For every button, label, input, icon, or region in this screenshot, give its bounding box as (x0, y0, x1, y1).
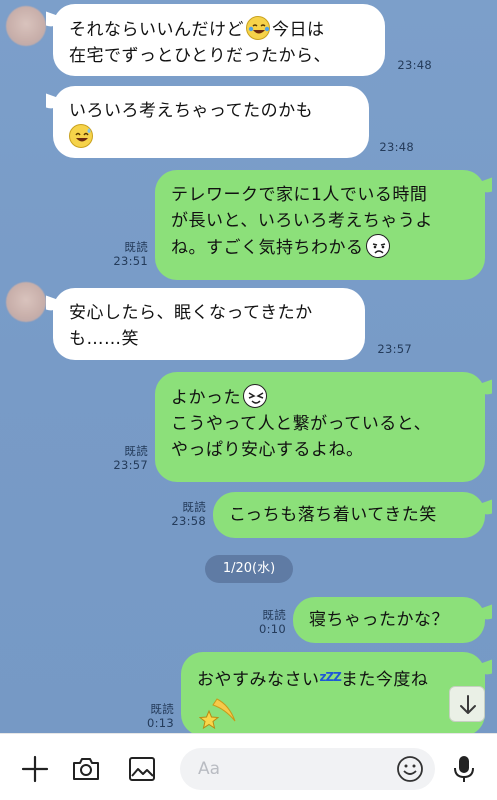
message-bubble-sent[interactable]: 寝ちゃったかな？ (293, 597, 485, 643)
message-bubble-received[interactable]: いろいろ考えちゃってたのかも (53, 86, 369, 158)
message-meta: 既読 23:51 (108, 240, 148, 268)
add-button[interactable] (20, 754, 50, 784)
message-text: また今度ね (340, 670, 429, 690)
camera-icon (73, 758, 99, 780)
camera-button[interactable] (71, 754, 101, 784)
read-receipt: 既読 (150, 702, 174, 716)
voice-message-button[interactable] (449, 754, 479, 784)
message-bubble-sent[interactable]: おやすみなさいzZZまた今度ね (181, 652, 485, 733)
read-receipt: 既読 (124, 444, 148, 458)
squinting-face-sticker-icon (243, 384, 267, 408)
arrow-down-icon (460, 695, 476, 714)
image-icon (129, 757, 155, 781)
message-bubble-received[interactable]: それならいいんだけど 今日は 在宅でずっとひとりだったから、 (53, 4, 385, 76)
message-meta: 既読 23:58 (166, 500, 206, 528)
message-text: も……笑 (69, 329, 139, 349)
shooting-star-icon (197, 693, 469, 730)
message-bubble-sent[interactable]: よかった こうやって人と繋がっていると、 やっぱり安心するよね。 (155, 372, 485, 482)
message-text: こうやって人と繋がっていると、 (171, 414, 432, 434)
message-time: 23:57 (377, 342, 412, 356)
avatar[interactable] (6, 6, 46, 46)
message-text: ね。すごく気持ちわかる (171, 238, 364, 258)
read-receipt: 既読 (124, 240, 148, 254)
avatar[interactable] (6, 282, 46, 322)
message-text: いろいろ考えちゃってたのかも (69, 101, 314, 121)
scroll-to-bottom-button[interactable] (449, 686, 485, 722)
face-with-tears-of-joy-icon (246, 16, 270, 40)
message-time: 23:58 (171, 514, 206, 528)
message-time: 0:13 (146, 716, 174, 730)
message-input[interactable] (198, 757, 398, 781)
message-time: 0:10 (258, 622, 286, 636)
message-time: 23:48 (397, 58, 432, 72)
date-separator: 1/20(水) (205, 555, 293, 583)
smiley-icon (397, 756, 423, 782)
message-meta: 既読 23:57 (108, 444, 148, 472)
message-bubble-sent[interactable]: テレワークで家に1人でいる時間 が長いと、いろいろ考えちゃうよ ね。すごく気持ち… (155, 170, 485, 280)
message-text: テレワークで家に1人でいる時間 (171, 185, 428, 205)
message-time: 23:48 (379, 140, 414, 154)
message-text: よかった (171, 388, 241, 408)
read-receipt: 既読 (182, 500, 206, 514)
message-text: 寝ちゃったかな？ (309, 610, 449, 630)
sleeping-zzz-text: zZZ (319, 670, 342, 684)
image-button[interactable] (127, 754, 157, 784)
message-text: 安心したら、眠くなってきたか (69, 303, 313, 323)
message-text: こっちも落ち着いてきた笑 (229, 505, 437, 525)
message-bubble-sent[interactable]: こっちも落ち着いてきた笑 (213, 492, 485, 538)
message-time: 23:51 (113, 254, 148, 268)
microphone-icon (454, 756, 474, 782)
message-text: それならいいんだけど 今日は (69, 16, 369, 43)
message-text: おやすみなさい (197, 670, 320, 690)
message-toolbar (0, 733, 497, 800)
message-time: 23:57 (113, 458, 148, 472)
message-bubble-received[interactable]: 安心したら、眠くなってきたか も……笑 (53, 288, 365, 360)
read-receipt: 既読 (262, 608, 286, 622)
message-meta: 既読 0:10 (246, 608, 286, 636)
grinning-face-with-sweat-icon (69, 124, 93, 148)
message-text: が長いと、いろいろ考えちゃうよ (171, 211, 433, 231)
chat-area[interactable]: それならいいんだけど 今日は 在宅でずっとひとりだったから、 23:48 いろいろ… (0, 0, 497, 733)
plus-icon (21, 755, 49, 783)
emoji-button[interactable] (395, 754, 425, 784)
message-text: 在宅でずっとひとりだったから、 (69, 46, 331, 66)
sad-face-sticker-icon (365, 234, 390, 258)
message-text: やっぱり安心するよね。 (171, 440, 364, 460)
message-meta: 既読 0:13 (134, 702, 174, 730)
